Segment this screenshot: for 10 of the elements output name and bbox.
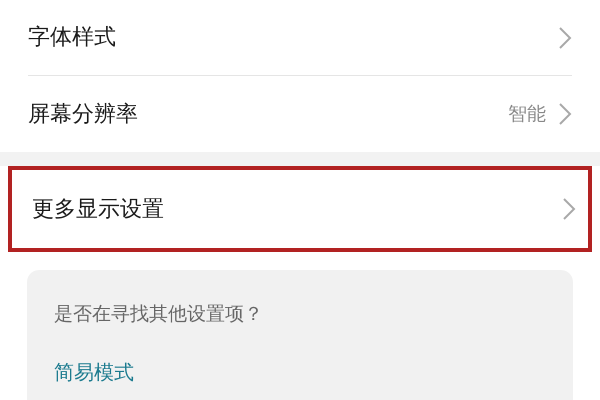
chevron-right-icon [558,26,572,50]
simple-mode-link[interactable]: 简易模式 [54,356,134,386]
row-value: 智能 [508,102,546,127]
suggestion-question: 是否在寻找其他设置项？ [54,302,264,327]
chevron-right-icon [562,197,576,221]
row-label: 屏幕分辨率 [28,100,139,128]
row-label: 更多显示设置 [32,196,165,224]
row-label: 字体样式 [28,24,117,52]
settings-row[interactable]: 更多显示设置 [8,166,592,252]
chevron-right-icon [558,102,572,126]
